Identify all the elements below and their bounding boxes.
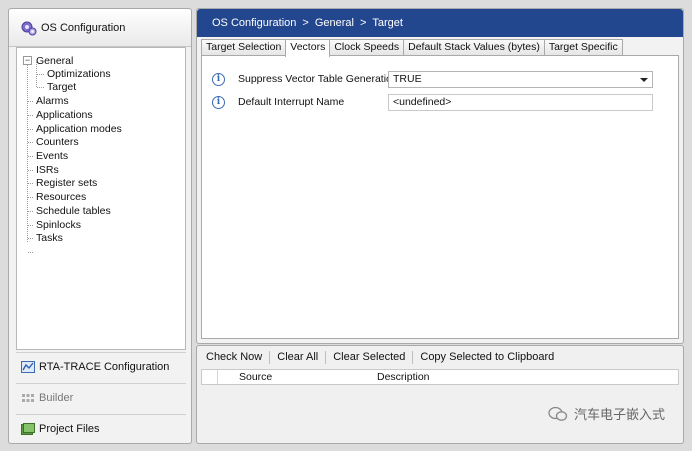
tree-item-general[interactable]: General [36,55,73,68]
column-header-source[interactable]: Source [239,371,272,383]
tree-connector [28,183,33,184]
builder-icon [21,392,35,404]
toolbar-divider [325,350,327,364]
tree-item-alarms[interactable]: Alarms [36,95,69,108]
rta-trace-configuration-label: RTA-TRACE Configuration [39,360,170,373]
default-interrupt-name-label: Default Interrupt Name [238,96,345,108]
tree-connector [28,156,33,157]
tree-connector [28,101,33,102]
builder-label: Builder [39,391,74,404]
editor-panel: OS Configuration > General > Target Targ… [196,8,684,344]
watermark: 汽车电子嵌入式 [548,404,665,423]
tab-target-selection[interactable]: Target Selection [201,39,287,56]
breadcrumb-separator: > [302,17,309,29]
breadcrumb: OS Configuration > General > Target [197,9,683,37]
property-row: i Suppress Vector Table Generation [212,70,398,88]
tree-connector [28,170,33,171]
builder-button[interactable]: Builder [16,383,186,411]
trace-icon [21,360,35,373]
breadcrumb-separator: > [359,17,367,29]
tree-item-spinlocks[interactable]: Spinlocks [36,219,81,232]
tree-item-application-modes[interactable]: Application modes [36,123,122,136]
tab-default-stack-values[interactable]: Default Stack Values (bytes) [403,39,545,56]
results-grid-header: Source Description [201,369,679,385]
collapse-toggle[interactable]: − [23,56,32,65]
suppress-vector-table-value: TRUE [393,73,422,85]
tree-connector [28,197,33,198]
breadcrumb-item-target[interactable]: Target [372,17,403,29]
tree-connector [28,129,33,130]
vectors-tab-content: i Suppress Vector Table Generation TRUE … [201,55,679,339]
tree-item-counters[interactable]: Counters [36,136,79,149]
tree-connector [28,238,33,239]
info-icon[interactable]: i [212,72,225,86]
tab-clock-speeds[interactable]: Clock Speeds [329,39,405,56]
gear-icon [21,20,37,36]
clear-selected-button[interactable]: Clear Selected [332,351,406,363]
tree-item-events[interactable]: Events [36,150,68,163]
tree-connector [28,225,33,226]
suppress-vector-table-label: Suppress Vector Table Generation [238,73,398,85]
chevron-down-icon[interactable] [640,78,648,82]
rta-trace-configuration-button[interactable]: RTA-TRACE Configuration [16,352,186,380]
toolbar-divider [412,350,414,364]
tree-item-tasks[interactable]: Tasks [36,232,63,245]
copy-selected-button[interactable]: Copy Selected to Clipboard [419,351,555,363]
tree-connector [28,142,33,143]
toolbar-divider [269,350,271,364]
project-files-button[interactable]: Project Files [16,414,186,442]
property-row: i Default Interrupt Name [212,93,344,111]
tab-target-specific[interactable]: Target Specific [543,39,623,56]
os-configuration-title: OS Configuration [41,21,126,34]
tab-strip: Target Selection Vectors Clock Speeds De… [201,39,623,57]
suppress-vector-table-select[interactable]: TRUE [388,71,653,88]
clear-all-button[interactable]: Clear All [276,351,319,363]
tree-item-resources[interactable]: Resources [36,191,86,204]
check-results-panel: Check Now Clear All Clear Selected Copy … [196,345,684,444]
tree-item-schedule-tables[interactable]: Schedule tables [36,205,111,218]
column-header-description[interactable]: Description [377,371,430,383]
tree-connector [37,74,44,75]
default-interrupt-name-value: <undefined> [393,96,452,108]
os-configuration-header[interactable]: OS Configuration [9,9,191,47]
info-icon[interactable]: i [212,95,225,109]
row-selector-column[interactable] [202,370,218,384]
check-toolbar: Check Now Clear All Clear Selected Copy … [197,346,683,368]
tree-item-isrs[interactable]: ISRs [36,164,59,177]
tree-item-optimizations[interactable]: Optimizations [47,68,111,81]
configuration-tree[interactable]: − General Optimizations Target Alarms Ap… [16,47,186,350]
default-interrupt-name-field[interactable]: <undefined> [388,94,653,111]
tree-connector [28,115,33,116]
project-files-label: Project Files [39,422,100,435]
navigation-panel: OS Configuration − General Optimizations… [8,8,192,444]
project-files-icon [21,422,35,435]
tree-connector [27,60,28,242]
tree-item-register-sets[interactable]: Register sets [36,177,97,190]
tree-connector [28,211,33,212]
tree-item-target[interactable]: Target [47,81,76,94]
breadcrumb-item-general[interactable]: General [315,17,354,29]
watermark-text: 汽车电子嵌入式 [573,407,665,422]
breadcrumb-item-os-configuration[interactable]: OS Configuration [212,17,296,29]
tree-connector [28,252,33,253]
tree-connector [37,87,44,88]
wechat-icon [548,406,568,422]
tab-vectors[interactable]: Vectors [285,39,331,57]
check-now-button[interactable]: Check Now [205,351,263,363]
tree-item-applications[interactable]: Applications [36,109,93,122]
